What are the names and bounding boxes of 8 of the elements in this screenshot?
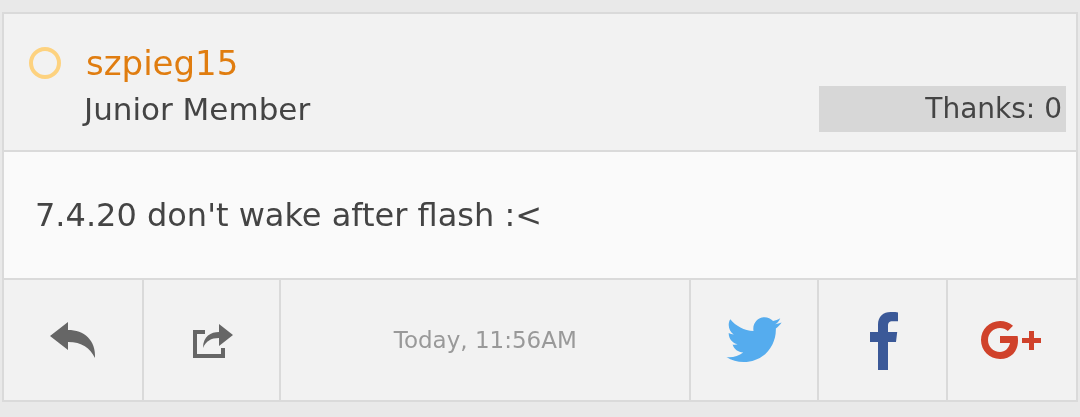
status-icon	[28, 46, 62, 80]
g-plus-icon	[979, 320, 1044, 360]
post-text: 7.4.20 don't wake after flash :<	[4, 152, 1076, 280]
bird-icon	[725, 317, 784, 363]
f-logo-icon	[867, 310, 898, 370]
username-link[interactable]: szpieg15	[86, 43, 239, 83]
thanks-count: Thanks: 0	[819, 86, 1066, 132]
user-rank: Junior Member	[84, 91, 311, 127]
